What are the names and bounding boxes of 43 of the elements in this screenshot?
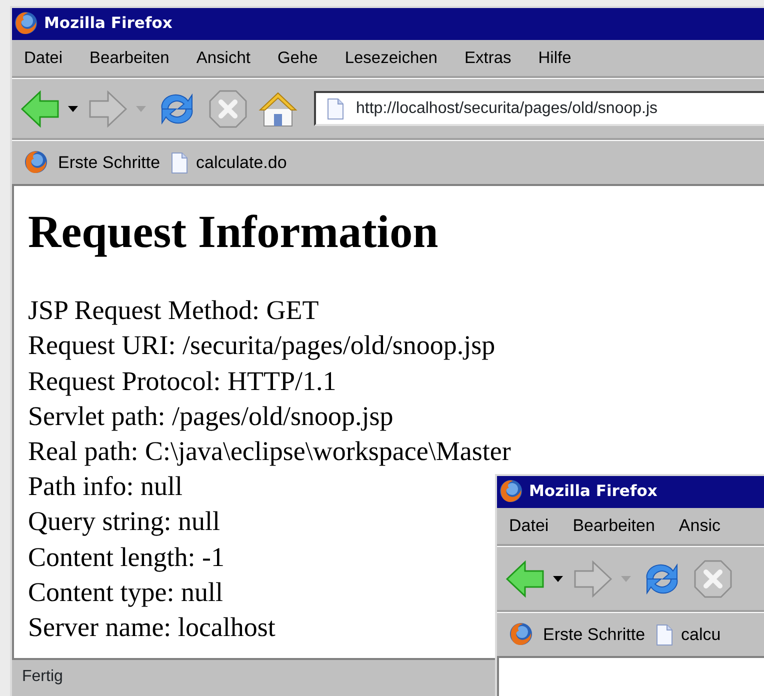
dropdown-caret-icon: [621, 576, 631, 582]
info-line: Content type: null: [28, 576, 223, 609]
page-icon: [655, 624, 674, 646]
menu-item[interactable]: Bearbeiten: [572, 513, 655, 539]
menu-item[interactable]: Datei: [509, 513, 549, 539]
info-line: Request Protocol: HTTP/1.1: [28, 364, 336, 398]
url-text: http://localhost/securita/pages/old/snoop.js: [356, 98, 658, 118]
info-line: JSP Request Method: GET: [28, 294, 319, 328]
firefox-icon: [509, 622, 535, 648]
window-title: Mozilla Firefox: [529, 481, 658, 502]
page-icon: [170, 152, 188, 174]
page-heading: Request Information: [28, 205, 438, 259]
info-line: Query string: null: [28, 505, 220, 538]
bookmark-link[interactable]: calcu: [681, 622, 721, 648]
menu-item[interactable]: Ansic: [678, 513, 720, 539]
info-line: Content length: -1: [28, 540, 224, 574]
info-line: Servlet path: /pages/old/snoop.jsp: [28, 400, 394, 433]
menu-item[interactable]: Datei: [24, 46, 63, 70]
menu-item[interactable]: Hilfe: [538, 46, 572, 70]
address-bar[interactable]: http://localhost/securita/pages/old/snoop.js: [314, 91, 764, 126]
info-line: Request URI: /securita/pages/old/snoop.jsp: [28, 329, 496, 362]
menu-item[interactable]: Bearbeiten: [90, 46, 170, 70]
info-line: Path info: null: [28, 470, 182, 504]
window-title: Mozilla Firefox: [44, 13, 172, 34]
menu-item[interactable]: Lesezeichen: [344, 46, 438, 70]
info-line: Real path: C:\java\eclipse\workspace\Master: [28, 435, 511, 468]
back-arrow-icon[interactable]: [505, 558, 545, 598]
firefox-icon: [499, 479, 525, 505]
menu-item[interactable]: Extras: [464, 46, 512, 70]
dropdown-caret-icon: [136, 106, 146, 112]
bookmark-link[interactable]: Erste Schritte: [543, 622, 646, 648]
bookmark-link[interactable]: calculate.do: [196, 150, 287, 176]
dropdown-caret-icon[interactable]: [68, 106, 78, 112]
dropdown-caret-icon[interactable]: [553, 576, 563, 582]
back-arrow-icon[interactable]: [20, 88, 60, 128]
info-line: Server name: localhost: [28, 611, 276, 644]
bookmark-link[interactable]: Erste Schritte: [58, 150, 160, 176]
status-text: Fertig: [22, 667, 63, 687]
firefox-icon: [24, 150, 50, 176]
menu-item[interactable]: Gehe: [277, 46, 318, 70]
firefox-icon: [14, 11, 40, 37]
page-icon: [326, 98, 344, 120]
menu-item[interactable]: Ansicht: [196, 46, 250, 70]
